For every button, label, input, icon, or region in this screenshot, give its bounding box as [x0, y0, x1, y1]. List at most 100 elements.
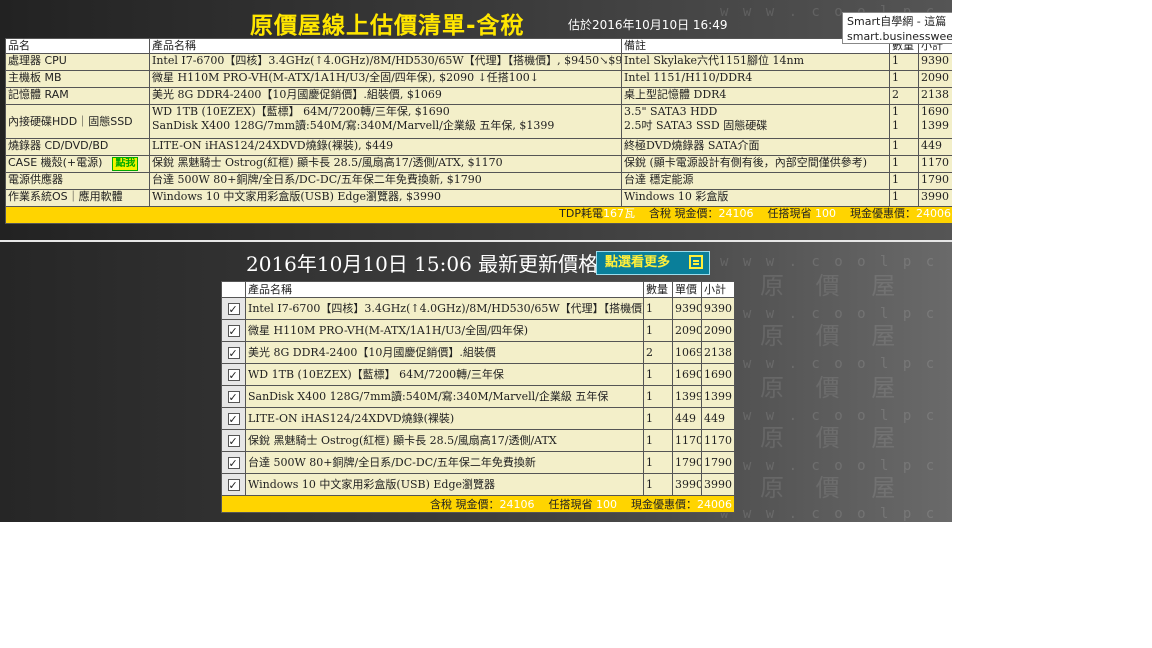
tax-price-label: 含稅 現金價： [649, 207, 719, 221]
row-note: 台達 穩定能源 [621, 172, 890, 190]
row-subtotal: 1399 [701, 385, 735, 408]
table-row: 處理器 CPU Intel I7-6700【四核】3.4GHz(↑4.0GHz)… [5, 53, 952, 71]
row-product: 美光 8G DDR4-2400【10月國慶促銷價】.組裝價, $1069 [149, 87, 622, 105]
discount-value: 100 [596, 497, 617, 511]
row-check-cell [221, 451, 246, 474]
quote-summary: TDP耗電167瓦 含稅 現金價：24106 任搭現省 100 現金優惠價：24… [5, 206, 952, 224]
row-checkbox[interactable] [227, 476, 240, 495]
final-price-value: 24006 [916, 207, 951, 221]
row-checkbox[interactable] [227, 322, 240, 341]
row-subtotal: 2090 [918, 70, 952, 88]
row-checkbox[interactable] [227, 366, 240, 385]
row-product: 美光 8G DDR4-2400【10月國慶促銷價】.組裝價 [245, 341, 644, 364]
row-note: Intel 1151/H110/DDR4 [621, 70, 890, 88]
table-row: 保銳 黑魅騎士 Ostrog(紅框) 顯卡長 28.5/風扇高17/透側/ATX… [221, 429, 735, 452]
row-category: 燒錄器 CD/DVD/BD [5, 138, 150, 156]
table-row: 作業系統OS｜應用軟體 Windows 10 中文家用彩盒版(USB) Edge… [5, 189, 952, 207]
table-row: 燒錄器 CD/DVD/BD LITE-ON iHAS124/24XDVD燒錄(裸… [5, 138, 952, 156]
row-price: 1690 [672, 363, 702, 386]
row-qty: 1 [643, 363, 673, 386]
row-product: LITE-ON iHAS124/24XDVD燒錄(裸裝) [245, 407, 644, 430]
see-more-button[interactable]: 點選看更多 [596, 251, 710, 275]
price-summary-row: 含稅 現金價：24106 任搭現省 100 現金優惠價：24006 [221, 495, 735, 513]
tooltip-url: smart.businessweel [847, 30, 952, 43]
col-header-product: 產品名稱 [149, 38, 622, 54]
col-header-check [221, 281, 246, 298]
screenshot-panel: w w w . c o o l p c . c o m . t w w w w … [0, 0, 952, 522]
row-qty: 1 [643, 319, 673, 342]
row-product: 台達 500W 80+銅牌/全日系/DC-DC/五年保二年免費換新, $1790 [149, 172, 622, 190]
row-subtotal: 3990 [701, 473, 735, 496]
row-checkbox[interactable] [227, 388, 240, 407]
list-icon [689, 255, 703, 269]
row-product-line: WD 1TB (10EZEX)【藍標】 64M/7200轉/三年保, $1690 [152, 105, 450, 119]
link-tooltip: Smart自學網 - 這篇 smart.businessweel [842, 12, 952, 44]
row-checkbox[interactable] [227, 344, 240, 363]
row-subtotal: 449 [701, 407, 735, 430]
row-check-cell [221, 407, 246, 430]
watermark-name: 原 價 屋 [760, 424, 908, 452]
row-checkbox[interactable] [227, 300, 240, 319]
row-price: 9390 [672, 297, 702, 320]
row-price: 449 [672, 407, 702, 430]
row-product: 保銳 黑魅騎士 Ostrog(紅框) 顯卡長 28.5/風扇高17/透側/ATX… [149, 155, 622, 173]
row-product: LITE-ON iHAS124/24XDVD燒錄(裸裝), $449 [149, 138, 622, 156]
row-note: 3.5" SATA3 HDD 2.5吋 SATA3 SSD 固態硬碟 [621, 104, 890, 139]
row-qty-line: 1 [892, 119, 899, 132]
row-subtotal: 1170 [918, 155, 952, 173]
table-row: 美光 8G DDR4-2400【10月國慶促銷價】.組裝價 2 1069 213… [221, 341, 735, 364]
table-row: CASE 機殼(+電源) 點我 保銳 黑魅騎士 Ostrog(紅框) 顯卡長 28… [5, 155, 952, 173]
row-checkbox[interactable] [227, 454, 240, 473]
row-product: WD 1TB (10EZEX)【藍標】 64M/7200轉/三年保 [245, 363, 644, 386]
row-note: 終極DVD燒錄器 SATA介面 [621, 138, 890, 156]
update-title: 2016年10月10日 15:06 最新更新價格 [246, 252, 599, 276]
row-subtotal: 1790 [918, 172, 952, 190]
row-checkbox[interactable] [227, 410, 240, 429]
row-qty: 1 1 [889, 104, 919, 139]
row-product: Intel I7-6700【四核】3.4GHz(↑4.0GHz)/8M/HD53… [149, 53, 622, 71]
row-subtotal: 1170 [701, 429, 735, 452]
row-product: Windows 10 中文家用彩盒版(USB) Edge瀏覽器 [245, 473, 644, 496]
row-category: 作業系統OS｜應用軟體 [5, 189, 150, 207]
row-note-line: 2.5吋 SATA3 SSD 固態硬碟 [624, 119, 768, 132]
price-table-header: 產品名稱 數量 單價 小計 [221, 281, 735, 298]
price-table: 產品名稱 數量 單價 小計 Intel I7-6700【四核】3.4GHz(↑4… [221, 281, 735, 513]
row-subtotal: 9390 [701, 297, 735, 320]
row-note: Intel Skylake六代1151腳位 14nm [621, 53, 890, 71]
quote-table-header: 品名 產品名稱 備註 數量 小計 [5, 38, 952, 54]
table-row: SanDisk X400 128G/7mm讀:540M/寫:340M/Marve… [221, 385, 735, 408]
row-price: 3990 [672, 473, 702, 496]
row-subtotal: 449 [918, 138, 952, 156]
row-qty: 2 [889, 87, 919, 105]
row-subtotal: 9390 [918, 53, 952, 71]
row-subtotal: 2090 [701, 319, 735, 342]
table-row: 微星 H110M PRO-VH(M-ATX/1A1H/U3/全固/四年保) 1 … [221, 319, 735, 342]
table-row: 電源供應器 台達 500W 80+銅牌/全日系/DC-DC/五年保二年免費換新,… [5, 172, 952, 190]
row-subtotal: 1790 [701, 451, 735, 474]
watermark-name: 原 價 屋 [760, 374, 908, 402]
row-category: CASE 機殼(+電源) 點我 [5, 155, 150, 173]
row-subtotal-line: 1690 [921, 105, 949, 119]
row-note-line: 3.5" SATA3 HDD [624, 105, 718, 119]
row-check-cell [221, 341, 246, 364]
row-qty: 1 [643, 473, 673, 496]
row-product: 微星 H110M PRO-VH(M-ATX/1A1H/U3/全固/四年保) [245, 319, 644, 342]
row-price: 1170 [672, 429, 702, 452]
row-product: Intel I7-6700【四核】3.4GHz(↑4.0GHz)/8M/HD53… [245, 297, 644, 320]
row-check-cell [221, 319, 246, 342]
row-qty: 2 [643, 341, 673, 364]
row-price: 2090 [672, 319, 702, 342]
page-title: 原價屋線上估價清單-含稅 [250, 13, 525, 39]
click-me-button[interactable]: 點我 [112, 157, 139, 171]
row-category: 記憶體 RAM [5, 87, 150, 105]
row-check-cell [221, 297, 246, 320]
table-row: 主機板 MB 微星 H110M PRO-VH(M-ATX/1A1H/U3/全固/… [5, 70, 952, 88]
col-header-price: 單價 [672, 281, 702, 298]
row-qty: 1 [889, 172, 919, 190]
row-product: SanDisk X400 128G/7mm讀:540M/寫:340M/Marve… [245, 385, 644, 408]
row-checkbox[interactable] [227, 432, 240, 451]
row-category-label: CASE 機殼(+電源) [8, 156, 103, 170]
row-qty: 1 [643, 407, 673, 430]
row-category: 主機板 MB [5, 70, 150, 88]
watermark-url: w w w . c o o l p c . c o m . t w [720, 506, 952, 522]
